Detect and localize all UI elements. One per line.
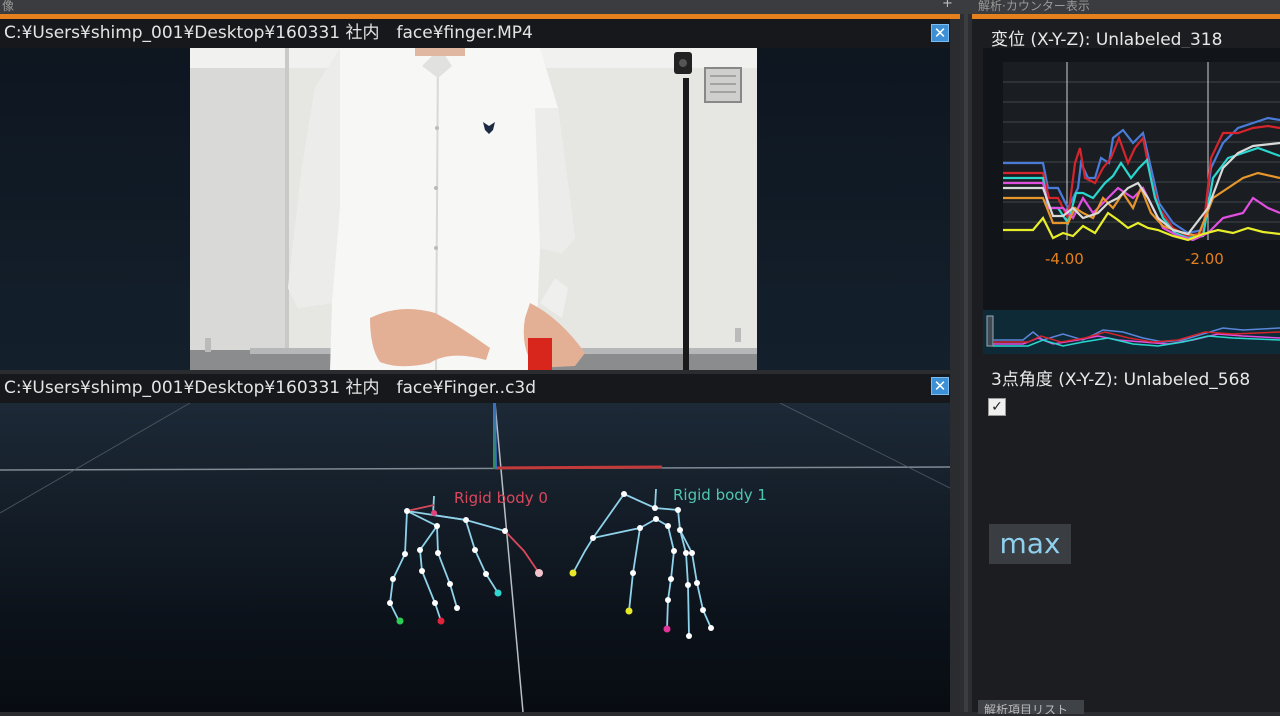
displacement-graph[interactable]: -4.00 -2.00 (983, 48, 1280, 310)
video-frame (190, 48, 757, 370)
video-scene-image (190, 48, 757, 370)
rigid-body-0-label: Rigid body 0 (454, 489, 548, 507)
viewport-panel-title: C:¥Users¥shimp_001¥Desktop¥160331 社内 fac… (0, 374, 950, 403)
angle-enable-checkbox[interactable]: ✓ (988, 398, 1006, 416)
video-panel-title: C:¥Users¥shimp_001¥Desktop¥160331 社内 fac… (0, 19, 950, 48)
displacement-chart: -4.00 -2.00 (1003, 62, 1280, 268)
right-panel-tab-label[interactable]: 解析·カウンター表示 (978, 0, 1090, 14)
video-file-path: C:¥Users¥shimp_001¥Desktop¥160331 社内 fac… (4, 23, 533, 43)
3d-scene: Rigid body 0 Rigid body 1 (0, 402, 951, 713)
timeline-overview-chart (986, 315, 1280, 347)
displacement-graph-title: 変位 (X-Y-Z): Unlabeled_318 (991, 30, 1223, 50)
timeline-overview[interactable] (983, 310, 1280, 354)
top-strip: 像 + 解析·カウンター表示 (0, 0, 1280, 14)
add-panel-icon[interactable]: + (942, 0, 953, 11)
x-tick-label: -4.00 (1045, 250, 1084, 268)
rigid-body-1-label: Rigid body 1 (673, 486, 767, 504)
viewport-close-icon[interactable]: ✕ (931, 377, 949, 395)
panel-splitter[interactable] (960, 14, 972, 712)
angle-graph-title: 3点角度 (X-Y-Z): Unlabeled_568 (991, 370, 1251, 390)
x-tick-label: -2.00 (1185, 250, 1224, 268)
left-panel-tab-fragment: 像 (2, 0, 15, 13)
3d-viewport[interactable]: Rigid body 0 Rigid body 1 (0, 402, 951, 713)
c3d-file-path: C:¥Users¥shimp_001¥Desktop¥160331 社内 fac… (4, 378, 537, 398)
max-button[interactable]: max (989, 524, 1071, 564)
video-close-icon[interactable]: ✕ (931, 24, 949, 42)
